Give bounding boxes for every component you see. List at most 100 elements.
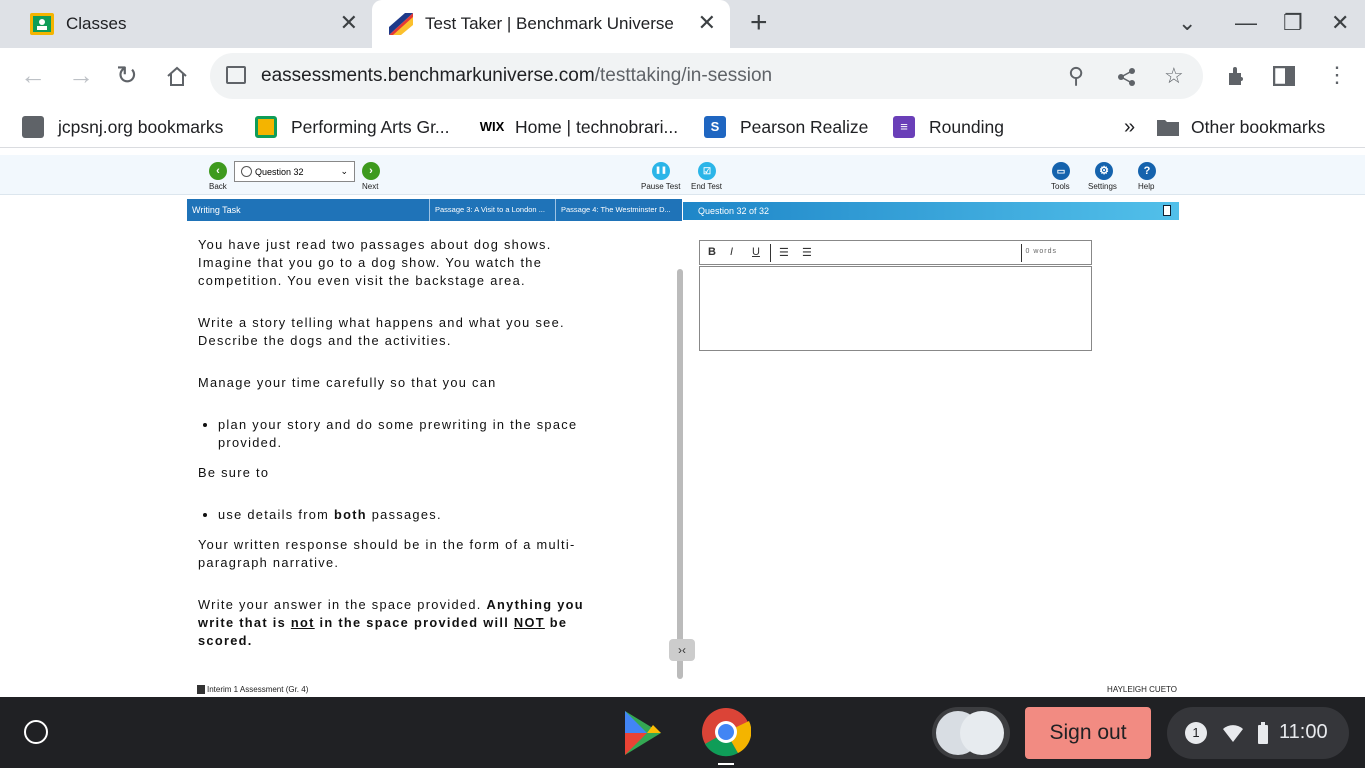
chrome-icon[interactable] [701,707,751,757]
folder-icon [1157,120,1179,136]
question-select-value: Question 32 [255,166,304,177]
close-icon[interactable]: ✕ [698,10,716,36]
prompt-list: use details from both passages. [218,506,578,524]
toolbar-divider [770,244,771,262]
list-item: plan your story and do some prewriting i… [218,416,578,452]
prompt-paragraph: Write your answer in the space provided.… [198,597,584,648]
other-bookmarks[interactable]: Other bookmarks [1156,114,1325,140]
passage-tabs: Writing Task Passage 3: A Visit to a Lon… [187,199,682,221]
question-select[interactable]: Question 32 ⌄ [234,161,355,182]
chevron-down-icon[interactable]: ⌄ [1178,10,1196,36]
share-icon[interactable] [1117,67,1137,87]
tab-strip: Classes ✕ Test Taker | Benchmark Univers… [0,0,1365,48]
home-icon[interactable] [165,65,189,87]
tab-passage-3[interactable]: Passage 3: A Visit to a London ... [429,199,555,221]
document-icon [197,685,205,694]
notification-count[interactable]: 1 [1185,722,1207,744]
zoom-icon[interactable]: ⚲ [1068,63,1084,89]
minimize-icon[interactable]: — [1235,10,1257,36]
passage-scrollbar[interactable] [677,269,683,679]
battery-icon [1258,722,1268,744]
building-icon [22,116,44,138]
end-test-button[interactable]: ☑ [698,162,716,180]
window-close-icon[interactable]: ✕ [1331,10,1349,36]
shelf: Sign out 1 11:00 [0,697,1365,768]
other-bookmarks-label: Other bookmarks [1191,116,1326,137]
prompt-paragraph: Your written response should be in the f… [198,537,576,570]
bookmark-label: Pearson Realize [740,116,869,137]
numbered-list-icon[interactable]: ☰ [779,246,789,259]
help-label: Help [1138,182,1155,191]
help-icon[interactable]: ? [1138,162,1156,180]
extensions-icon[interactable] [1225,65,1247,87]
writing-prompt: You have just read two passages about do… [187,221,677,681]
back-arrow-icon[interactable]: ← [20,60,46,91]
wix-icon: WIX [479,119,505,134]
back-button[interactable]: ‹ [209,162,227,180]
list-item: use details from both passages. [218,506,578,524]
toolbox-icon[interactable]: ▭ [1052,162,1070,180]
list-icon: ≡ [893,116,915,138]
tab-passage-4[interactable]: Passage 4: The Westminster D... [555,199,682,221]
star-icon[interactable]: ☆ [1164,63,1184,89]
italic-icon[interactable]: I [730,246,733,258]
prompt-paragraph: You have just read two passages about do… [198,237,552,288]
question-header: Question 32 of 32 [683,202,1179,220]
underline-icon[interactable]: U [752,246,760,258]
back-label: Back [209,182,227,191]
pearson-icon: S [704,116,726,138]
tab-title: Test Taker | Benchmark Universe [425,14,674,33]
prompt-paragraph: Manage your time carefully so that you c… [198,375,497,390]
pause-button[interactable]: ❚❚ [652,162,670,180]
clock: 11:00 [1279,721,1328,743]
launcher-icon[interactable] [24,720,48,744]
tab-test-taker[interactable]: Test Taker | Benchmark Universe ✕ [372,0,730,48]
bookmark-pearson[interactable]: S Pearson Realize [704,114,868,140]
bold-icon[interactable]: B [708,246,716,258]
address-bar[interactable]: eassessments.benchmarkuniverse.com/testt… [210,53,1203,99]
next-label: Next [362,182,379,191]
tools-label: Tools [1051,182,1070,191]
new-tab-icon[interactable]: + [750,6,768,40]
prompt-list: plan your story and do some prewriting i… [218,416,578,452]
site-info-icon[interactable] [226,66,246,84]
pane-resize-handle[interactable]: ›‹ [669,639,695,661]
question-number: Question 32 of 32 [698,206,770,216]
bookmark-jcpsnj[interactable]: jcpsnj.org bookmarks [22,114,223,140]
editor-toolbar: B I U ☰ ☰ 0 words [699,240,1092,265]
more-menu-icon[interactable]: ⋮ [1326,62,1348,88]
prompt-paragraph: Write a story telling what happens and w… [198,315,565,348]
bookmark-performing-arts[interactable]: Performing Arts Gr... [255,114,450,140]
restore-icon[interactable]: ❐ [1283,10,1303,36]
gear-icon[interactable]: ⚙ [1095,162,1113,180]
bookmark-icon[interactable] [1163,205,1171,216]
tab-title: Classes [66,14,127,33]
bookmark-rounding[interactable]: ≡ Rounding [893,114,1004,140]
play-store-icon[interactable] [617,707,667,759]
reload-icon[interactable]: ↻ [116,60,138,91]
toolbar-divider [1021,244,1022,262]
benchmark-logo-icon [389,13,413,35]
bookmark-label: jcpsnj.org bookmarks [58,116,224,137]
bookmark-label: Performing Arts Gr... [291,116,450,137]
word-count: 0 words [1025,248,1057,255]
response-textarea[interactable] [699,266,1092,351]
close-icon[interactable]: ✕ [340,10,358,36]
next-button[interactable]: › [362,162,380,180]
prompt-paragraph: Be sure to [198,465,270,480]
tab-classes[interactable]: Classes ✕ [0,0,372,48]
pause-label: Pause Test [641,182,681,191]
assessment-name: Interim 1 Assessment (Gr. 4) [207,685,309,694]
window-switcher[interactable] [932,707,1010,759]
bulleted-list-icon[interactable]: ☰ [802,246,812,259]
tab-writing-task[interactable]: Writing Task [192,199,428,221]
forward-arrow-icon[interactable]: → [68,60,94,91]
sign-out-button[interactable]: Sign out [1025,707,1151,759]
bookmark-technobrari[interactable]: WIX Home | technobrari... [479,114,678,140]
side-panel-icon[interactable] [1273,66,1295,86]
url-text[interactable]: eassessments.benchmarkuniverse.com/testt… [261,65,772,87]
status-area[interactable]: 1 11:00 [1167,707,1349,759]
browser-toolbar: ← → ↻ eassessments.benchmarkuniverse.com… [0,48,1365,106]
bookmarks-overflow-icon[interactable]: » [1124,114,1135,140]
settings-label: Settings [1088,182,1117,191]
